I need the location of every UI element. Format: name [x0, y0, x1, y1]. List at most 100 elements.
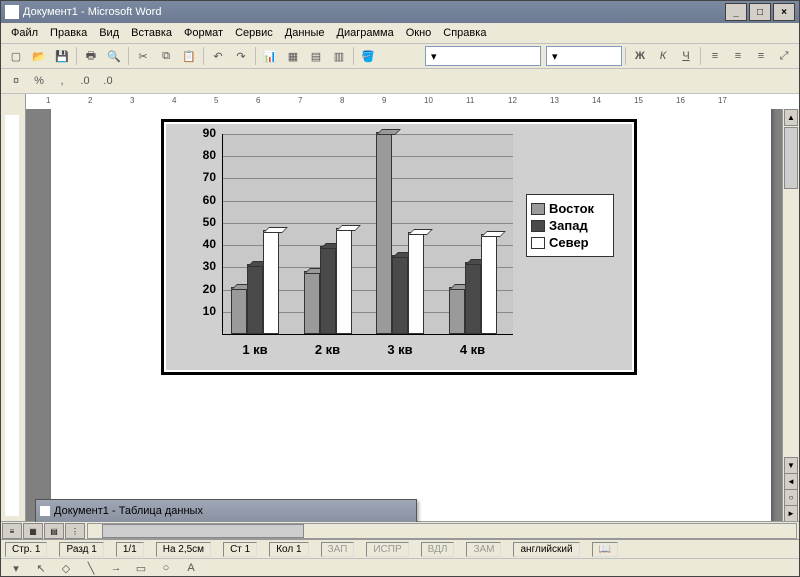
open-button[interactable]: 📂 [28, 45, 50, 67]
menu-Формат[interactable]: Формат [178, 25, 229, 41]
status-lang[interactable]: английский [513, 542, 579, 557]
menubar: ФайлПравкаВидВставкаФорматСервисДанныеДи… [1, 23, 799, 44]
y-tick-label: 30 [190, 259, 216, 273]
paste-button[interactable]: 📋 [178, 45, 200, 67]
print-button[interactable]: 🖶 [80, 45, 102, 67]
bar[interactable] [247, 264, 263, 334]
print-view-button[interactable]: ▤ [44, 523, 64, 539]
copy-button[interactable]: ⧉ [155, 45, 177, 67]
legend-item[interactable]: Север [531, 235, 609, 250]
save-button[interactable]: 💾 [51, 45, 73, 67]
currency-button[interactable]: ¤ [5, 70, 27, 92]
menu-Диаграмма[interactable]: Диаграмма [331, 25, 400, 41]
datasheet-title-text: Документ1 - Таблица данных [54, 505, 203, 517]
status-page: Стр. 1 [5, 542, 47, 557]
horizontal-scrollbar[interactable] [87, 523, 797, 539]
web-view-button[interactable]: ▦ [23, 523, 43, 539]
percent-button[interactable]: % [28, 70, 50, 92]
menu-Данные[interactable]: Данные [279, 25, 331, 41]
align-left-button[interactable]: ≡ [704, 45, 726, 67]
autoshapes[interactable]: ◇ [55, 557, 77, 577]
fill-button[interactable]: 🪣 [357, 45, 379, 67]
minimize-button[interactable]: _ [725, 3, 747, 21]
status-section: Разд 1 [59, 542, 103, 557]
menu-Файл[interactable]: Файл [5, 25, 44, 41]
y-tick-label: 90 [190, 126, 216, 140]
status-at: На 2,5см [156, 542, 211, 557]
italic-button[interactable]: К [652, 45, 674, 67]
datasheet-window[interactable]: Документ1 - Таблица данных ABCDE1 кв2 кв… [35, 499, 417, 522]
bold-button[interactable]: Ж [629, 45, 651, 67]
prev-page-button[interactable]: ◄ [784, 473, 798, 490]
bar[interactable] [376, 132, 392, 334]
scroll-thumb[interactable] [784, 127, 798, 189]
scroll-down-button[interactable]: ▼ [784, 457, 798, 474]
menu-Правка[interactable]: Правка [44, 25, 93, 41]
maximize-button[interactable]: □ [749, 3, 771, 21]
menu-Вставка[interactable]: Вставка [125, 25, 178, 41]
outline-view-button[interactable]: ⋮ [65, 523, 85, 539]
hscroll-thumb[interactable] [102, 524, 304, 538]
bar[interactable] [231, 287, 247, 334]
preview-button[interactable]: 🔍 [103, 45, 125, 67]
vertical-scrollbar[interactable]: ▲ ▼ ◄ ○ ► [782, 109, 799, 522]
align-center-button[interactable]: ≡ [727, 45, 749, 67]
browse-object-button[interactable]: ○ [784, 489, 798, 506]
line-tool[interactable]: ╲ [80, 557, 102, 577]
datasheet-title[interactable]: Документ1 - Таблица данных [36, 500, 416, 522]
menu-Сервис[interactable]: Сервис [229, 25, 279, 41]
chart-object[interactable]: 102030405060708090 1 кв2 кв3 кв4 кв Вост… [161, 119, 637, 375]
chart-type-button[interactable]: 📊 [259, 45, 281, 67]
increase-dec-button[interactable]: .0 [74, 70, 96, 92]
undo-button[interactable]: ↶ [207, 45, 229, 67]
table-button[interactable]: ▦ [282, 45, 304, 67]
comma-button[interactable]: , [51, 70, 73, 92]
bar[interactable] [304, 271, 320, 334]
app-icon [5, 5, 19, 19]
status-rec[interactable]: ЗАП [321, 542, 355, 557]
select-arrow[interactable]: ↖ [30, 557, 52, 577]
legend[interactable]: Восток Запад Север [526, 194, 614, 257]
angle-text-button[interactable]: ⤢ [773, 45, 795, 67]
bar[interactable] [336, 228, 352, 334]
decrease-dec-button[interactable]: .0 [97, 70, 119, 92]
underline-button[interactable]: Ч [675, 45, 697, 67]
status-trk[interactable]: ИСПР [366, 542, 408, 557]
oval-tool[interactable]: ○ [155, 557, 177, 577]
bar[interactable] [408, 232, 424, 334]
new-button[interactable]: ▢ [5, 45, 27, 67]
by-row-button[interactable]: ▤ [305, 45, 327, 67]
status-book-icon[interactable]: 📖 [592, 542, 618, 557]
scroll-up-button[interactable]: ▲ [784, 109, 798, 126]
draw-menu[interactable]: ▾ [5, 557, 27, 577]
font-select[interactable]: ▾ [546, 46, 622, 66]
status-ovr[interactable]: ЗАМ [466, 542, 501, 557]
bar[interactable] [465, 262, 481, 334]
next-page-button[interactable]: ► [784, 505, 798, 522]
legend-item[interactable]: Восток [531, 201, 609, 216]
legend-item[interactable]: Запад [531, 218, 609, 233]
chart-area-select[interactable]: ▾ [425, 46, 541, 66]
by-col-button[interactable]: ▥ [328, 45, 350, 67]
menu-Вид[interactable]: Вид [93, 25, 125, 41]
cut-button[interactable]: ✂ [132, 45, 154, 67]
menu-Окно[interactable]: Окно [400, 25, 438, 41]
bar[interactable] [449, 287, 465, 334]
bar[interactable] [481, 234, 497, 334]
close-button[interactable]: × [773, 3, 795, 21]
rect-tool[interactable]: ▭ [130, 557, 152, 577]
chart-area[interactable]: 102030405060708090 1 кв2 кв3 кв4 кв Вост… [166, 124, 632, 370]
redo-button[interactable]: ↷ [230, 45, 252, 67]
menu-Справка[interactable]: Справка [437, 25, 492, 41]
x-tick-label: 2 кв [293, 342, 363, 357]
arrow-tool[interactable]: → [105, 557, 127, 577]
normal-view-button[interactable]: ≡ [2, 523, 22, 539]
vertical-ruler[interactable] [1, 109, 26, 522]
bar[interactable] [263, 230, 279, 334]
align-right-button[interactable]: ≡ [750, 45, 772, 67]
bar[interactable] [392, 255, 408, 334]
status-ext[interactable]: ВДЛ [421, 542, 455, 557]
bar[interactable] [320, 246, 336, 334]
textbox-tool[interactable]: A [180, 557, 202, 577]
plot-area[interactable] [222, 134, 513, 335]
